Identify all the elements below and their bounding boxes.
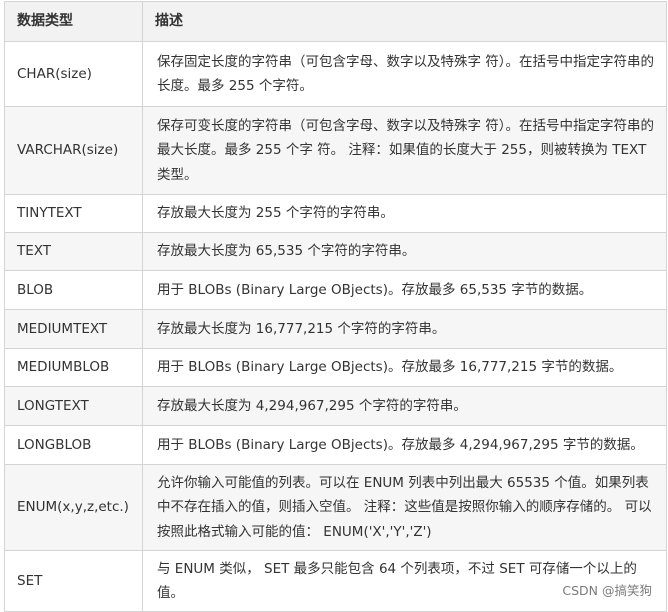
table-row: LONGBLOB 用于 BLOBs (Binary Large OBjects)… bbox=[4, 425, 667, 465]
type-cell: BLOB bbox=[4, 270, 143, 310]
type-cell: TINYTEXT bbox=[4, 194, 143, 233]
type-cell: VARCHAR(size) bbox=[4, 106, 143, 195]
csdn-watermark: CSDN @搞笑狗 bbox=[562, 583, 652, 598]
table-row: CHAR(size) 保存固定长度的字符串（可包含字母、数字以及特殊字 符）。在… bbox=[4, 41, 667, 107]
table-row: MEDIUMBLOB 用于 BLOBs (Binary Large OBject… bbox=[4, 348, 667, 387]
description-cell: 保存固定长度的字符串（可包含字母、数字以及特殊字 符）。在括号中指定字符串的长度… bbox=[142, 41, 667, 107]
description-cell: 用于 BLOBs (Binary Large OBjects)。存放最多 65,… bbox=[142, 270, 667, 310]
header-description: 描述 bbox=[142, 1, 667, 42]
table-row: BLOB 用于 BLOBs (Binary Large OBjects)。存放最… bbox=[4, 270, 667, 310]
type-cell: MEDIUMTEXT bbox=[4, 309, 143, 349]
type-cell: LONGBLOB bbox=[4, 425, 143, 465]
table-row: ENUM(x,y,z,etc.) 允许你输入可能值的列表。可以在 ENUM 列表… bbox=[4, 464, 667, 551]
type-cell: SET bbox=[4, 550, 143, 612]
table-row: VARCHAR(size) 保存可变长度的字符串（可包含字母、数字以及特殊字 符… bbox=[4, 106, 667, 195]
type-cell: ENUM(x,y,z,etc.) bbox=[4, 464, 143, 551]
description-cell: 允许你输入可能值的列表。可以在 ENUM 列表中列出最大 65535 个值。如果… bbox=[142, 464, 667, 551]
description-cell: 用于 BLOBs (Binary Large OBjects)。存放最多 4,2… bbox=[142, 425, 667, 465]
description-cell: 存放最大长度为 16,777,215 个字符的字符串。 bbox=[142, 309, 667, 349]
table-row: MEDIUMTEXT 存放最大长度为 16,777,215 个字符的字符串。 bbox=[4, 309, 667, 349]
description-cell: 存放最大长度为 65,535 个字符的字符串。 bbox=[142, 232, 667, 271]
type-cell: TEXT bbox=[4, 232, 143, 271]
description-cell: 用于 BLOBs (Binary Large OBjects)。存放最多 16,… bbox=[142, 348, 667, 387]
description-cell: 保存可变长度的字符串（可包含字母、数字以及特殊字 符）。在括号中指定字符串的最大… bbox=[142, 106, 667, 195]
type-cell: LONGTEXT bbox=[4, 386, 143, 426]
description-cell: 存放最大长度为 255 个字符的字符串。 bbox=[142, 194, 667, 233]
type-cell: MEDIUMBLOB bbox=[4, 348, 143, 387]
table-row: TEXT 存放最大长度为 65,535 个字符的字符串。 bbox=[4, 232, 667, 271]
data-types-table: 数据类型 描述 CHAR(size) 保存固定长度的字符串（可包含字母、数字以及… bbox=[4, 1, 667, 612]
description-cell: 存放最大长度为 4,294,967,295 个字符的字符串。 bbox=[142, 386, 667, 426]
header-data-type: 数据类型 bbox=[4, 1, 143, 42]
table-row: LONGTEXT 存放最大长度为 4,294,967,295 个字符的字符串。 bbox=[4, 386, 667, 426]
table-header-row: 数据类型 描述 bbox=[4, 1, 667, 42]
type-cell: CHAR(size) bbox=[4, 41, 143, 107]
table-row: TINYTEXT 存放最大长度为 255 个字符的字符串。 bbox=[4, 194, 667, 233]
